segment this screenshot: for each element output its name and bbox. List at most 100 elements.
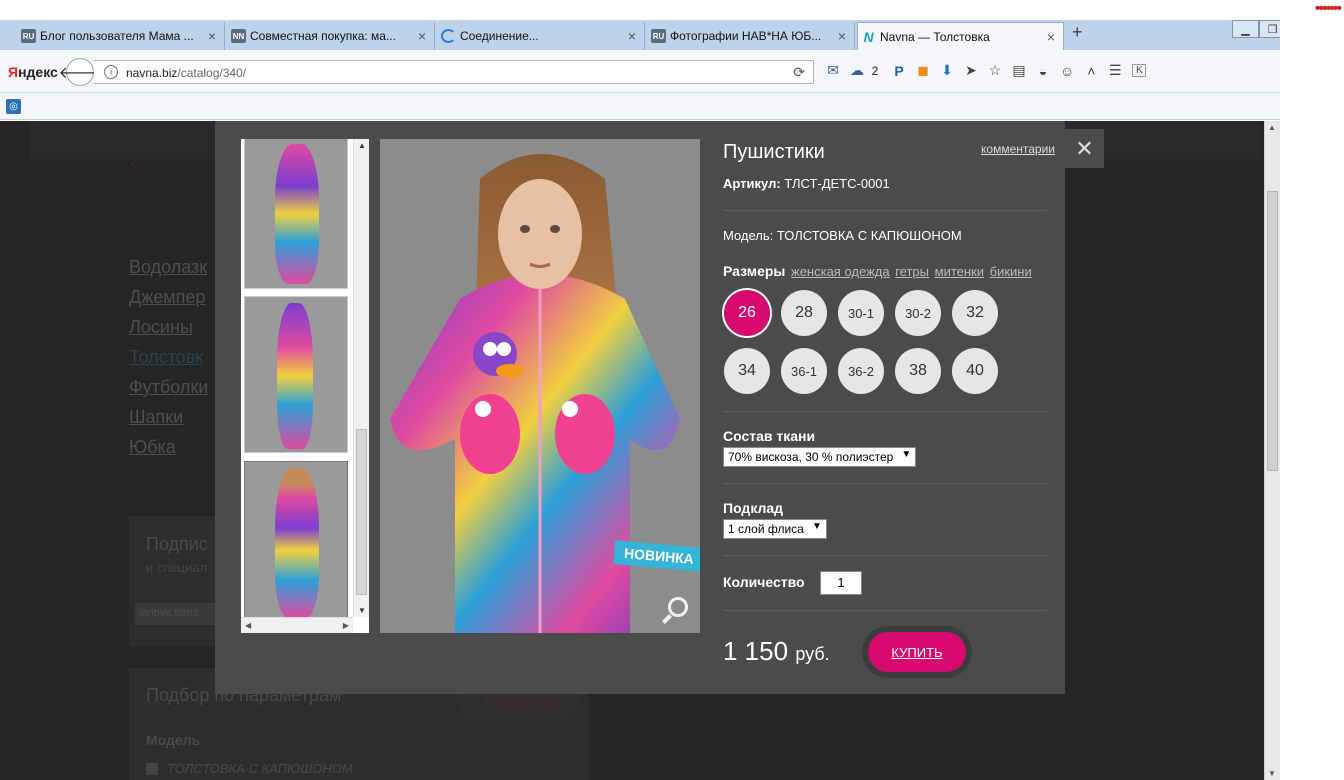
menu-item[interactable]: Толстовк: [129, 347, 208, 377]
close-modal-button[interactable]: ✕: [1065, 129, 1104, 168]
product-modal: ▲ ▼ ◀ ▶ НОВИНКА Пушистики комментарии Ар…: [215, 121, 1065, 694]
download-icon[interactable]: ⬇: [940, 62, 954, 79]
size-link-leggings[interactable]: гетры: [895, 264, 929, 279]
tab-blog[interactable]: RU Блог пользователя Мама ... ×: [18, 22, 225, 50]
toolbar-icons: ✉ ☁ 2 P ◼ ⬇ ➤ ☆ ▤ ◒ ☺ ˄ ☰ K: [826, 62, 1147, 79]
bookmark-star-icon[interactable]: ☆: [988, 62, 1002, 79]
size-link-womens[interactable]: женская одежда: [791, 264, 890, 279]
scroll-down-icon[interactable]: ▼: [358, 606, 366, 615]
size-option[interactable]: 36-1: [781, 348, 827, 394]
send-icon[interactable]: ➤: [964, 62, 978, 79]
chevron-down-icon: ▼: [811, 521, 822, 532]
chevron-up-icon[interactable]: ˄: [1084, 63, 1098, 79]
divider: [723, 483, 1047, 484]
filter-model-value: ТОЛСТОВКА С КАПЮШОНОМ: [167, 761, 353, 776]
thumbnail-gallery: ▲ ▼ ◀ ▶: [241, 139, 369, 633]
thumbnail-image[interactable]: [244, 296, 348, 453]
thumbnail-image[interactable]: [244, 139, 348, 289]
tab-navna[interactable]: N Navna — Толстовка ×: [857, 22, 1064, 50]
menu-icon[interactable]: ☰: [1108, 62, 1122, 79]
size-option[interactable]: 36-2: [838, 348, 884, 394]
filter-model-label: Модель: [146, 732, 201, 748]
extension-p-icon[interactable]: P: [892, 63, 906, 79]
menu-item[interactable]: Джемпер: [129, 287, 208, 317]
minimize-icon[interactable]: ▁: [1232, 20, 1259, 38]
size-option[interactable]: 26: [724, 290, 770, 336]
zoom-icon[interactable]: [662, 597, 688, 624]
tab-close-icon[interactable]: ×: [418, 28, 426, 44]
product-title: Пушистики: [723, 141, 825, 163]
sizes-label: Размеры: [723, 263, 786, 279]
weather-cloud-icon[interactable]: ☁: [850, 62, 864, 79]
tab-close-icon[interactable]: ×: [628, 28, 636, 44]
lining-select[interactable]: 1 слой флиса ▼: [723, 519, 827, 539]
scroll-up-icon[interactable]: ▲: [1268, 123, 1276, 132]
menu-item[interactable]: Шапки: [129, 407, 208, 437]
category-menu: Водолазк Джемпер Лосины Толстовк Футболк…: [129, 257, 208, 467]
fabric-label: Состав ткани: [723, 428, 816, 444]
size-option[interactable]: 34: [724, 348, 770, 394]
product-price: 1 150 руб.: [723, 636, 830, 666]
extension-k-icon[interactable]: K: [1132, 64, 1147, 77]
size-link-bikini[interactable]: бикини: [990, 264, 1032, 279]
thumbnail-image-selected[interactable]: [244, 461, 348, 621]
tab-connecting[interactable]: Соединение... ×: [438, 22, 645, 50]
decorative-dots: •••••••: [1314, 0, 1342, 17]
sizes-header: Размеры женская одежда гетры митенки бик…: [723, 263, 1032, 279]
fabric-select[interactable]: 70% вискоза, 30 % полиэстер ▼: [723, 447, 917, 467]
size-link-mittens[interactable]: митенки: [935, 264, 984, 279]
tab-joint-purchase[interactable]: NN Совместная покупка: ма... ×: [228, 22, 435, 50]
menu-item[interactable]: Лосины: [129, 317, 208, 347]
quantity-input[interactable]: 1: [820, 571, 862, 595]
scroll-up-icon[interactable]: ▲: [358, 141, 366, 150]
tab-photos[interactable]: RU Фотографии НАВ*НА ЮБ... ×: [648, 22, 855, 50]
extension-orange-icon[interactable]: ◼: [916, 62, 930, 79]
ru-favicon-icon: RU: [21, 29, 36, 43]
thumbnail-vscrollbar[interactable]: ▲ ▼: [353, 139, 369, 617]
weather-count: 2: [871, 63, 879, 78]
tab-close-icon[interactable]: ×: [1047, 29, 1055, 45]
chevron-down-icon: ▼: [901, 449, 912, 460]
buy-button[interactable]: КУПИТЬ: [868, 632, 966, 672]
product-main-image[interactable]: НОВИНКА: [380, 139, 700, 633]
reading-list-icon[interactable]: ▤: [1012, 62, 1026, 79]
scrollbar-thumb[interactable]: [1267, 191, 1278, 471]
subscribe-subtitle: и специал: [146, 560, 208, 575]
product-sku: Артикул: ТЛСТ-ДЕТС-0001: [723, 176, 890, 191]
quantity-label: Количество: [723, 574, 805, 590]
product-model: Модель: ТОЛСТОВКА С КАПЮШОНОМ: [723, 228, 962, 243]
mail-icon[interactable]: ✉: [826, 62, 840, 79]
thumbnail-hscrollbar[interactable]: ◀ ▶: [241, 617, 353, 633]
size-option[interactable]: 40: [952, 348, 998, 394]
tab-close-icon[interactable]: ×: [838, 28, 846, 44]
scroll-right-icon[interactable]: ▶: [343, 621, 349, 630]
reload-icon[interactable]: ⟳: [793, 64, 805, 81]
size-option[interactable]: 38: [895, 348, 941, 394]
scrollbar-thumb[interactable]: [356, 429, 367, 595]
menu-item[interactable]: Футболки: [129, 377, 208, 407]
address-bar[interactable]: i navna.biz/catalog/340/ ⟳: [94, 60, 814, 84]
comments-link[interactable]: комментарии: [981, 142, 1055, 156]
tab-title: Совместная покупка: ма...: [250, 29, 396, 43]
menu-item[interactable]: Юбка: [129, 437, 208, 467]
info-icon[interactable]: i: [104, 65, 118, 79]
page-scrollbar[interactable]: ▲ ▼: [1264, 121, 1280, 780]
scroll-down-icon[interactable]: ▼: [1268, 769, 1276, 778]
tab-title: Navna — Толстовка: [880, 29, 990, 44]
filter-checkbox[interactable]: [146, 763, 158, 775]
bookmark-icon[interactable]: ◎: [6, 99, 21, 114]
back-button[interactable]: 🡐: [59, 58, 101, 86]
menu-item[interactable]: Водолазк: [129, 257, 208, 287]
divider: [723, 555, 1047, 556]
tab-title: Соединение...: [460, 29, 539, 43]
size-option[interactable]: 28: [781, 290, 827, 336]
tab-close-icon[interactable]: ×: [208, 28, 216, 44]
chat-icon[interactable]: ☺: [1060, 63, 1074, 79]
new-tab-button[interactable]: +: [1072, 22, 1083, 43]
size-option[interactable]: 30-1: [838, 290, 884, 336]
size-option[interactable]: 32: [952, 290, 998, 336]
yandex-logo: Яндекс: [8, 64, 58, 80]
pocket-icon[interactable]: ◒: [1036, 63, 1050, 79]
scroll-left-icon[interactable]: ◀: [245, 621, 251, 630]
size-option[interactable]: 30-2: [895, 290, 941, 336]
